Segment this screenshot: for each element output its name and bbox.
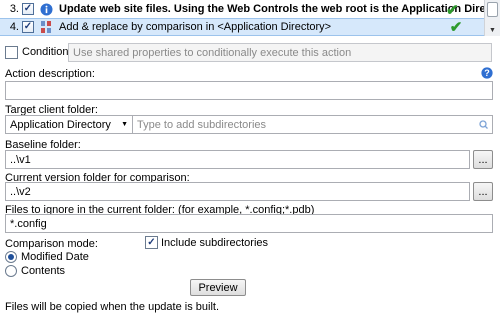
action-description-label: Action description: xyxy=(5,68,95,80)
modified-date-radio[interactable] xyxy=(5,251,17,263)
baseline-folder-input[interactable]: ..\v1 xyxy=(5,150,470,169)
action-number: 4. xyxy=(9,21,19,33)
comparison-mode-label: Comparison mode: xyxy=(5,238,98,250)
action-number: 3. xyxy=(9,3,19,15)
browse-label: ... xyxy=(478,185,488,198)
action-list: 3. ✓ Update web site files. Using the We… xyxy=(0,0,500,36)
files-compare-icon xyxy=(39,20,53,34)
contents-label: Contents xyxy=(21,265,66,277)
include-subdirectories-label: Include subdirectories xyxy=(161,237,269,249)
success-check-icon: ✔ xyxy=(446,2,459,19)
preview-button[interactable]: Preview xyxy=(190,279,246,296)
condition-placeholder: Use shared properties to conditionally e… xyxy=(73,46,352,59)
scrollbar-thumb[interactable] xyxy=(487,2,498,17)
chevron-down-icon[interactable]: ▼ xyxy=(121,121,128,128)
action-title: Update web site files. Using the Web Con… xyxy=(59,3,484,15)
subdirectory-input[interactable]: Type to add subdirectories xyxy=(133,115,493,134)
scroll-down-arrow-icon[interactable]: ▼ xyxy=(485,27,500,34)
current-folder-input[interactable]: ..\v2 xyxy=(5,182,470,201)
condition-field[interactable]: Use shared properties to conditionally e… xyxy=(68,43,492,62)
baseline-browse-button[interactable]: ... xyxy=(473,150,493,169)
action-row-4[interactable]: 4. ✓ Add & replace by comparison in <App… xyxy=(0,18,484,36)
subdirectory-placeholder: Type to add subdirectories xyxy=(137,118,267,131)
baseline-folder-value: ..\v1 xyxy=(10,153,31,166)
target-folder-select[interactable]: Application Directory ▼ xyxy=(5,115,133,134)
current-folder-value: ..\v2 xyxy=(10,185,31,198)
current-browse-button[interactable]: ... xyxy=(473,182,493,201)
modified-date-label: Modified Date xyxy=(21,251,89,263)
action-enabled-checkbox[interactable]: ✓ xyxy=(22,3,34,15)
radio-selected-dot xyxy=(8,254,14,260)
target-folder-value: Application Directory xyxy=(10,118,111,131)
contents-radio[interactable] xyxy=(5,265,17,277)
action-row-3[interactable]: 3. ✓ Update web site files. Using the We… xyxy=(0,0,484,18)
browse-label: ... xyxy=(478,153,488,166)
action-title: Add & replace by comparison in <Applicat… xyxy=(59,21,332,33)
help-icon[interactable]: ? xyxy=(481,67,493,79)
action-enabled-checkbox[interactable]: ✓ xyxy=(22,21,34,33)
condition-label: Condition: xyxy=(22,46,72,58)
footer-status-text: Files will be copied when the update is … xyxy=(5,301,220,313)
success-check-icon: ✔ xyxy=(449,19,463,36)
action-description-input[interactable] xyxy=(5,81,493,100)
ignore-files-input[interactable]: *.config xyxy=(5,214,493,233)
action-list-scrollbar[interactable]: ▼ xyxy=(484,0,500,36)
include-subdirectories-checkbox[interactable]: ✓ xyxy=(145,236,158,249)
info-icon xyxy=(39,2,53,16)
condition-checkbox[interactable] xyxy=(5,46,18,59)
ignore-files-value: *.config xyxy=(10,217,47,230)
svg-text:?: ? xyxy=(484,68,490,78)
folder-search-icon xyxy=(479,120,488,132)
preview-button-label: Preview xyxy=(198,281,238,294)
